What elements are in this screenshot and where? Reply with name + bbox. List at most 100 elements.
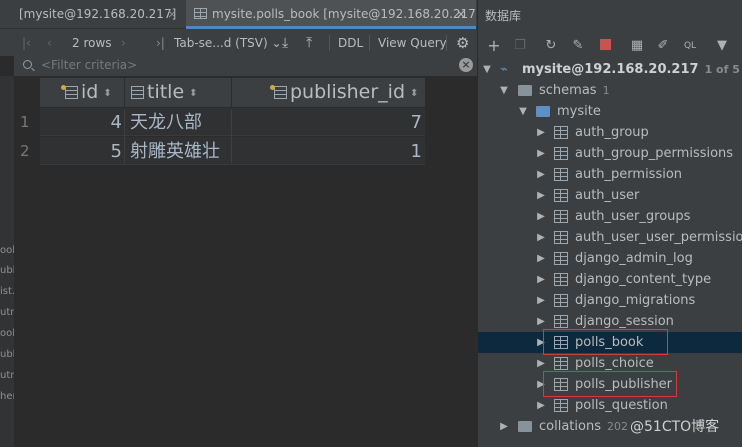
tree-schema-mysite[interactable]: ▼ mysite (478, 101, 742, 122)
export-format-label: Tab-se...d (TSV) (174, 36, 268, 50)
expand-arrow-icon[interactable]: ▼ (518, 101, 528, 122)
database-connection-icon: ⌁ (500, 62, 508, 77)
table-editor-icon[interactable]: ▦ (628, 37, 646, 55)
expand-arrow-icon[interactable]: ▶ (536, 248, 546, 269)
expand-arrow-icon[interactable]: ▶ (536, 290, 546, 311)
clear-filter-icon[interactable]: × (459, 58, 473, 72)
cell-publisher-id[interactable]: 7 (232, 108, 422, 137)
next-page-icon[interactable]: › (121, 29, 126, 57)
toolbar-divider (369, 35, 370, 51)
schemas-count: 1 (602, 84, 610, 97)
tree-table-django-admin-log[interactable]: ▶ django_admin_log (478, 248, 742, 269)
column-header-publisher-id[interactable]: publisher_id ⬍ (232, 78, 425, 107)
add-icon[interactable]: + (485, 37, 503, 55)
table-icon (554, 147, 568, 160)
tree-connection[interactable]: ▼ ⌁ mysite@192.168.20.217 1 of 5 (478, 59, 742, 80)
sql-console-icon[interactable]: QL (681, 37, 699, 55)
cell-id[interactable]: 5 (40, 137, 122, 166)
expand-arrow-icon[interactable]: ▶ (536, 227, 546, 248)
editor-tab-bar: [mysite@192.168.20.217] × mysite.polls_b… (0, 0, 477, 29)
tab-console-close-icon[interactable]: × (167, 0, 177, 29)
watermark: @51CTO博客 (630, 419, 720, 435)
tree-table-auth-user-user-permissions[interactable]: ▶ auth_user_user_permissions (478, 227, 742, 248)
expand-arrow-icon[interactable]: ▶ (536, 122, 546, 143)
table-icon (554, 252, 568, 265)
row-number[interactable]: 1 (14, 108, 40, 137)
tree-table-django-content-type[interactable]: ▶ django_content_type (478, 269, 742, 290)
properties-icon[interactable]: ✎ (569, 37, 587, 55)
filter-icon[interactable]: ▼ (713, 37, 731, 55)
duplicate-icon[interactable]: ❐ (511, 37, 529, 55)
tree-table-auth-group[interactable]: ▶ auth_group (478, 122, 742, 143)
export-format-dropdown[interactable]: Tab-se...d (TSV) ⌄ (174, 29, 282, 57)
cell-title[interactable]: 射雕英雄壮 (130, 137, 230, 166)
folder-icon (518, 421, 532, 432)
stop-icon[interactable] (596, 37, 614, 55)
cell-id[interactable]: 4 (40, 108, 122, 137)
tree-table-auth-group-permissions[interactable]: ▶ auth_group_permissions (478, 143, 742, 164)
tab-console[interactable]: [mysite@192.168.20.217] × (0, 0, 183, 29)
first-page-icon[interactable]: |‹ (22, 29, 31, 57)
column-header-label: publisher_id (290, 81, 406, 103)
column-header-label: id (81, 81, 99, 103)
ddl-button[interactable]: DDL (338, 29, 363, 57)
data-toolbar: |‹ ‹ 2 rows › ›| Tab-se...d (TSV) ⌄ ⤓ ⤒ … (0, 29, 477, 57)
schema-icon (536, 106, 550, 117)
collations-count: 202 (606, 420, 628, 433)
tree-schemas[interactable]: ▼ schemas 1 (478, 80, 742, 101)
edit-icon[interactable]: ✐ (654, 37, 672, 55)
row-number[interactable]: 2 (14, 137, 40, 166)
tree-table-polls-question[interactable]: ▶ polls_question (478, 395, 742, 416)
expand-arrow-icon[interactable]: ▼ (499, 80, 509, 101)
cell-title[interactable]: 天龙八部 (130, 108, 230, 137)
upload-icon[interactable]: ⤒ (306, 29, 312, 57)
tab-polls-book-label: mysite.polls_book [mysite@192.168.20.21 (212, 7, 469, 21)
tree-table-auth-user-groups[interactable]: ▶ auth_user_groups (478, 206, 742, 227)
table-icon (554, 273, 568, 286)
editor-pane: [mysite@192.168.20.217] × mysite.polls_b… (0, 0, 477, 447)
database-toolbar: + ❐ ↻ ✎ ▦ ✐ QL ▼ (478, 33, 742, 59)
expand-arrow-icon[interactable]: ▶ (536, 269, 546, 290)
download-icon[interactable]: ⤓ (282, 29, 288, 57)
expand-arrow-icon[interactable]: ▶ (536, 143, 546, 164)
chevron-down-icon: ⌄ (271, 36, 282, 50)
settings-gear-icon[interactable]: ⚙ (456, 29, 469, 57)
result-grid: id ⬍ title ⬍ publisher_id ⬍ 1 4 天龙八部 7 2 5 … (14, 76, 477, 447)
tree-table-django-migrations[interactable]: ▶ django_migrations (478, 290, 742, 311)
row-count-label[interactable]: 2 rows (72, 29, 112, 57)
gutter-text: ool (0, 328, 16, 339)
folder-icon (518, 85, 532, 96)
expand-arrow-icon[interactable]: ▶ (536, 206, 546, 227)
table-label: django_migrations (575, 293, 696, 308)
tree-table-auth-permission[interactable]: ▶ auth_permission (478, 164, 742, 185)
refresh-icon[interactable]: ↻ (542, 37, 560, 55)
tree-table-polls-book[interactable]: ▶ polls_book (478, 329, 742, 355)
previous-page-icon[interactable]: ‹ (47, 29, 52, 57)
view-query-button[interactable]: View Query (378, 29, 447, 57)
last-page-icon[interactable]: ›| (156, 29, 165, 57)
primary-key-column-icon (61, 85, 78, 99)
expand-arrow-icon[interactable]: ▶ (536, 395, 546, 416)
tab-console-label: [mysite@192.168.20.217] (19, 7, 177, 21)
tree-table-auth-user[interactable]: ▶ auth_user (478, 185, 742, 206)
gutter-text: ool (0, 245, 16, 256)
filter-bar[interactable]: <Filter criteria> × (14, 56, 477, 76)
expand-arrow-icon[interactable]: ▼ (482, 59, 492, 80)
sort-icon[interactable]: ⬍ (410, 79, 418, 108)
tab-polls-book-close-icon[interactable]: × (456, 0, 466, 26)
expand-arrow-icon[interactable]: ▶ (499, 416, 509, 437)
highlight-box (543, 329, 668, 355)
sort-icon[interactable]: ⬍ (103, 79, 111, 108)
collations-label: collations 202 (539, 419, 628, 434)
filter-criteria-input[interactable]: <Filter criteria> (41, 58, 137, 72)
table-icon (554, 189, 568, 202)
sort-icon[interactable]: ⬍ (189, 79, 197, 108)
tab-polls-book[interactable]: mysite.polls_book [mysite@192.168.20.217… (186, 0, 476, 29)
cell-publisher-id[interactable]: 1 (232, 137, 422, 166)
column-header-id[interactable]: id ⬍ (40, 78, 124, 107)
table-label: auth_permission (575, 167, 683, 182)
tree-table-polls-publisher[interactable]: ▶ polls_publisher (478, 371, 742, 397)
expand-arrow-icon[interactable]: ▶ (536, 185, 546, 206)
expand-arrow-icon[interactable]: ▶ (536, 164, 546, 185)
column-header-title[interactable]: title ⬍ (125, 78, 231, 107)
